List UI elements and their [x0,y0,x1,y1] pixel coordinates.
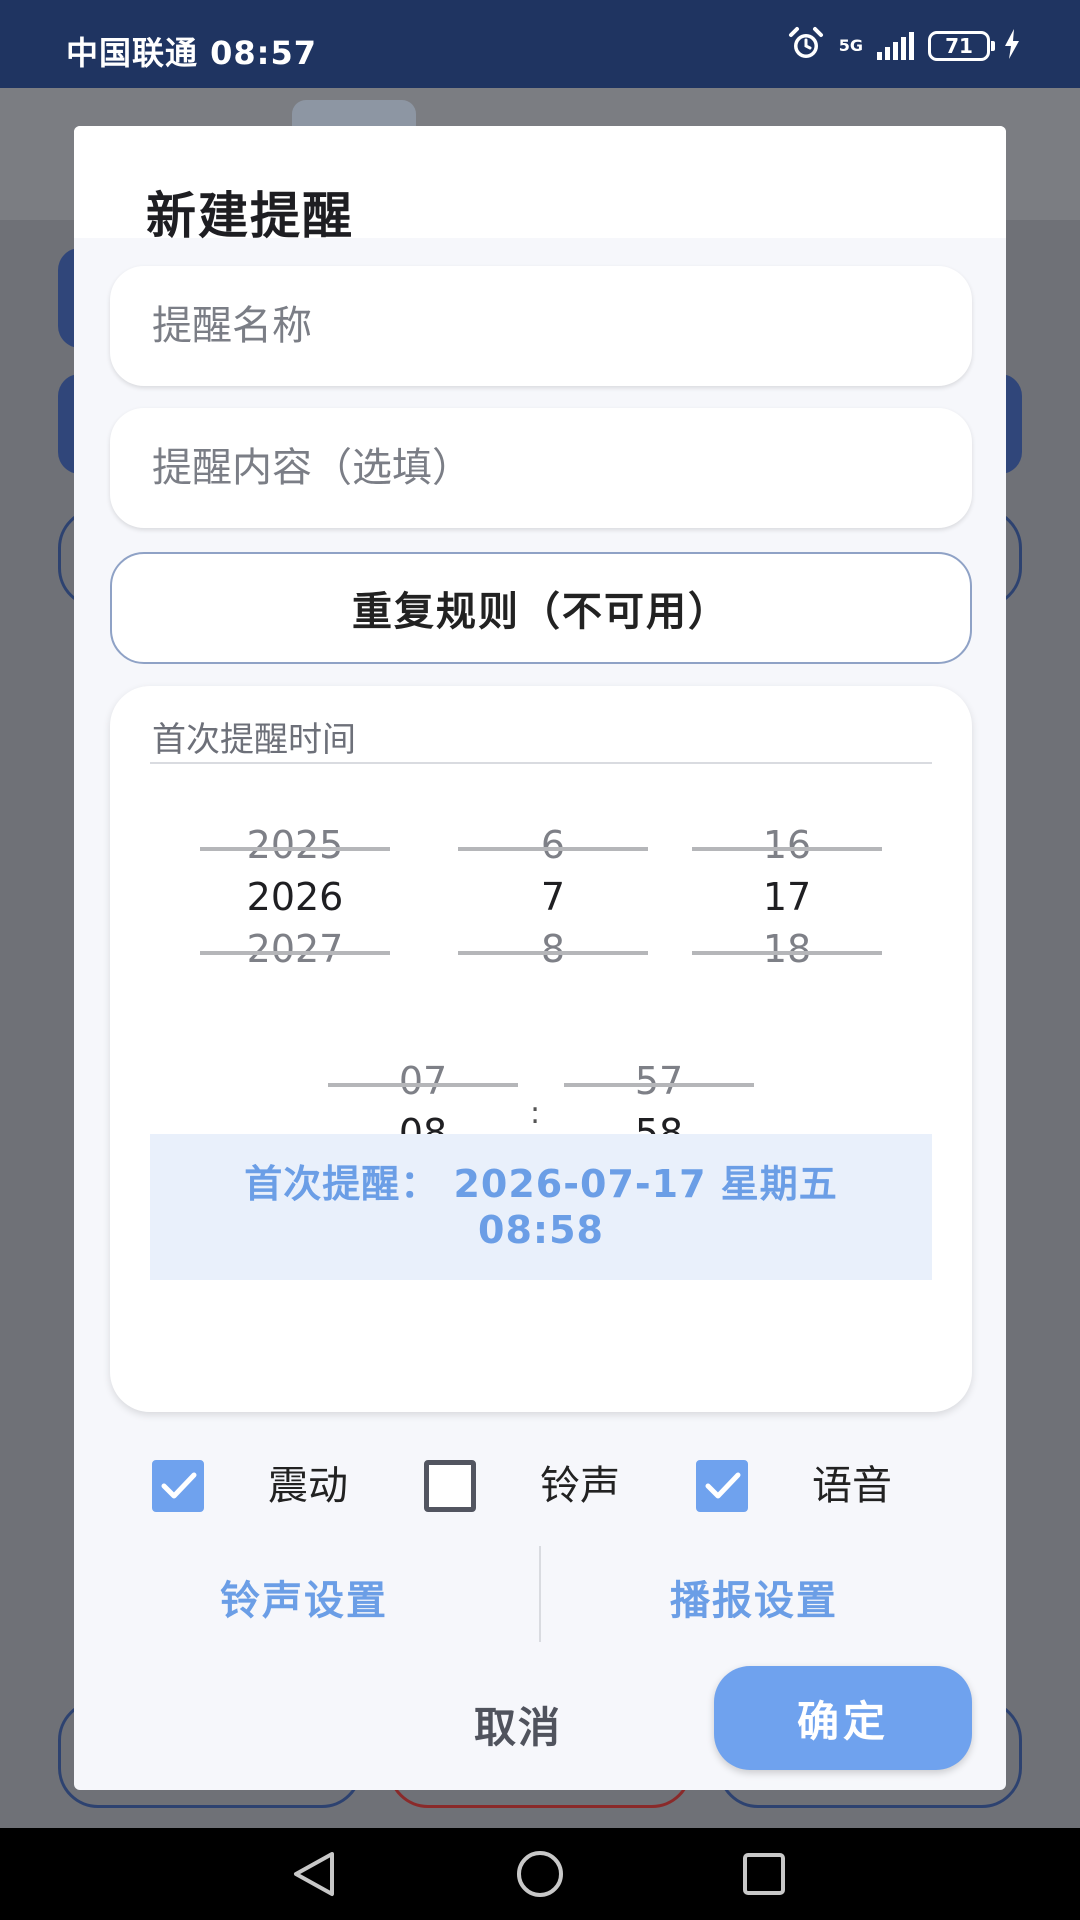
voice-label: 语音 [812,1463,892,1509]
hour-prev: 07 [398,1059,448,1103]
year-wheel[interactable]: 2025 2026 2027 [200,820,390,980]
wheel-line [328,1083,518,1087]
day-current: 17 [762,875,812,919]
wheel-line [458,847,648,851]
charging-icon [1004,29,1020,63]
month-next: 8 [540,927,566,971]
day-prev: 16 [762,823,812,867]
month-wheel[interactable]: 6 7 8 [458,820,648,980]
repeat-rule-button[interactable]: 重复规则（不可用） [110,552,972,664]
check-icon [705,1472,741,1499]
wheel-line [692,847,882,851]
confirm-button[interactable]: 确定 [714,1666,972,1770]
dialog-header: 新建提醒 [74,126,1006,245]
reminder-content-field[interactable] [110,408,972,528]
minute-prev: 57 [634,1059,684,1103]
signal-icon [877,32,914,60]
reminder-name-input[interactable] [110,266,972,386]
month-prev: 6 [540,823,566,867]
wheel-line [692,951,882,955]
settings-links: 铃声设置 播报设置 [74,1546,1006,1656]
battery-icon: 71 [928,31,995,61]
first-reminder-time-card: 首次提醒时间 2025 2026 2027 6 7 8 16 17 18 07 … [110,686,972,1412]
link-divider [539,1546,541,1642]
dialog-title: 新建提醒 [146,187,354,245]
status-bar: 中国联通 08:57 5G 71 [0,0,1080,88]
wheel-line [564,1083,754,1087]
broadcast-settings-link[interactable]: 播报设置 [670,1568,838,1626]
wheel-line [458,951,648,955]
time-separator: : [530,1096,541,1131]
alert-options: 震动 铃声 语音 [74,1456,1006,1516]
year-current: 2026 [246,875,344,919]
day-wheel[interactable]: 16 17 18 [692,820,882,980]
new-reminder-dialog: 新建提醒 重复规则（不可用） 首次提醒时间 2025 2026 2027 6 7… [74,126,1006,1790]
summary-line-2: 08:58 [478,1208,604,1252]
recents-icon[interactable] [734,1846,794,1902]
vibrate-checkbox[interactable] [152,1460,204,1512]
cancel-button[interactable]: 取消 [474,1694,562,1755]
first-time-label: 首次提醒时间 [152,720,356,760]
card-divider [150,762,932,764]
home-icon[interactable] [510,1846,570,1902]
reminder-content-input[interactable] [110,408,972,528]
voice-checkbox[interactable] [696,1460,748,1512]
year-prev: 2025 [246,823,344,867]
day-next: 18 [762,927,812,971]
network-type: 5G [838,36,863,55]
reminder-name-field[interactable] [110,266,972,386]
month-current: 7 [540,875,566,919]
back-icon[interactable] [286,1846,346,1902]
check-icon [161,1472,197,1499]
navigation-bar [0,1828,1080,1920]
carrier-time: 中国联通 08:57 [66,34,318,72]
ringtone-checkbox[interactable] [424,1460,476,1512]
ringtone-label: 铃声 [540,1463,620,1509]
wheel-line [200,847,390,851]
first-reminder-summary: 首次提醒： 2026-07-17 星期五 08:58 [150,1134,932,1280]
alarm-icon [787,25,825,67]
year-next: 2027 [246,927,344,971]
vibrate-label: 震动 [268,1463,348,1509]
ringtone-settings-link[interactable]: 铃声设置 [220,1568,388,1626]
summary-text: 首次提醒： 2026-07-17 星期五 08:58 [244,1161,838,1253]
wheel-line [200,951,390,955]
status-icons: 5G 71 [787,26,1020,66]
summary-line-1: 首次提醒： 2026-07-17 星期五 [244,1162,838,1206]
